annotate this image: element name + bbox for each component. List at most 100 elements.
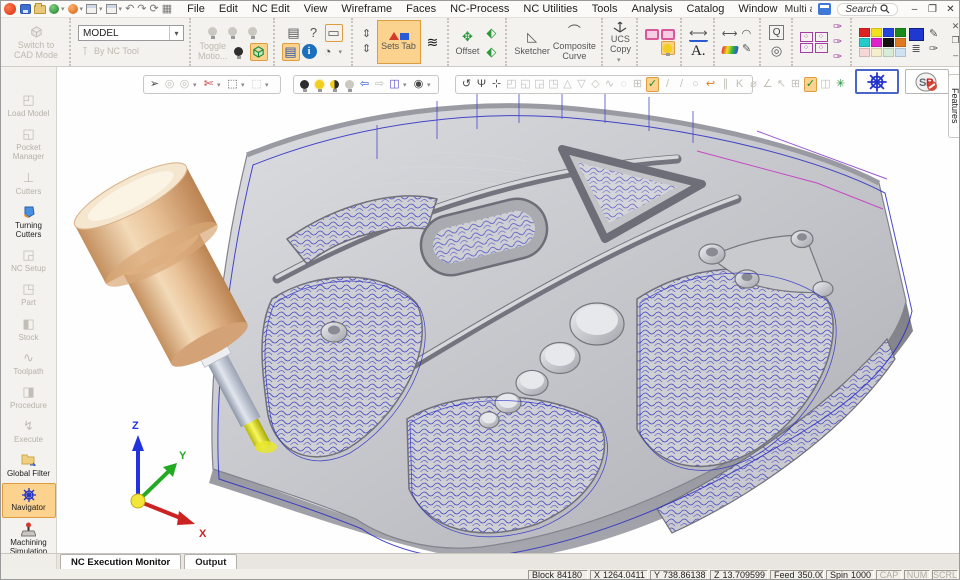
measure-list-icon[interactable]: ⇕ xyxy=(360,43,374,57)
pick-surface-icon[interactable]: ◠ xyxy=(739,28,753,42)
shaded-cube-button[interactable] xyxy=(250,43,268,61)
color-swatch[interactable] xyxy=(871,48,882,57)
switch-to-cad-mode-button[interactable]: Switch to CAD Mode xyxy=(8,20,64,64)
geometry-tool-icon[interactable]: ▽ xyxy=(575,77,588,92)
sidebar-item-navigator[interactable]: Navigator xyxy=(2,483,56,517)
filter-pick-icon[interactable]: ✄ xyxy=(202,77,215,92)
shaded-view-icon[interactable]: ◫ xyxy=(388,77,401,92)
color-swatch[interactable] xyxy=(859,28,870,37)
dropdown-icon[interactable]: ▾ xyxy=(193,81,200,89)
sidebar-item-global-filter[interactable]: Global Filter xyxy=(2,449,56,483)
geometry-tool-icon[interactable]: ⊞ xyxy=(631,77,644,92)
combo-dropdown-icon[interactable]: ▾ xyxy=(169,26,183,40)
sets-tab-button[interactable]: Sets Tab xyxy=(377,20,421,64)
normals-icon[interactable]: Ψ xyxy=(475,77,488,92)
bulb-stand-icon[interactable] xyxy=(224,23,242,41)
marquee-icon[interactable]: ⬚ xyxy=(226,77,239,92)
solid-icon[interactable]: ◫ xyxy=(819,77,832,92)
marquee2-icon[interactable]: ⬚ xyxy=(250,77,263,92)
checklist-icon[interactable]: ▤ xyxy=(285,24,303,42)
capture-icon[interactable] xyxy=(106,4,117,14)
brush-icon[interactable]: ✑ xyxy=(831,20,845,34)
scribble-icon[interactable]: ≋ xyxy=(424,33,442,51)
doc-restore-button[interactable]: ❐ xyxy=(949,34,960,47)
graphics-viewport[interactable]: Z Y X ➢ ◎ ◎▾ ✄▾ ⬚▾ ⬚▾ ⇦ ⇨ ◫▾ ◉▾ ↺ Ψ xyxy=(57,67,960,553)
refresh-icon[interactable]: ⟳ xyxy=(150,4,159,15)
hand-bulb-icon[interactable] xyxy=(230,43,248,61)
table-icon[interactable]: ▦ xyxy=(162,4,172,15)
line-tool-icon[interactable]: / xyxy=(661,77,674,92)
line-tool-icon[interactable]: ○ xyxy=(689,77,702,92)
geometry-tool-icon[interactable]: ◱ xyxy=(519,77,532,92)
app-logo-icon[interactable] xyxy=(4,3,16,15)
color-swatch[interactable] xyxy=(895,28,906,37)
edit-tool-icon[interactable]: ↖ xyxy=(775,77,788,92)
search-input[interactable]: Search xyxy=(837,3,898,16)
tab-output[interactable]: Output xyxy=(184,554,237,569)
edit-tool-icon[interactable]: ⊞ xyxy=(789,77,802,92)
model-combobox[interactable]: MODEL ▾ xyxy=(78,25,184,41)
menu-item[interactable]: Tools xyxy=(585,1,625,17)
user-mode-icon[interactable] xyxy=(68,4,78,14)
menu-item[interactable]: Faces xyxy=(399,1,443,17)
open-folder-icon[interactable] xyxy=(34,5,46,14)
color-swatch[interactable] xyxy=(895,48,906,57)
color-swatch[interactable] xyxy=(871,28,882,37)
menu-item[interactable]: Edit xyxy=(212,1,245,17)
axes-icon[interactable]: ⊹ xyxy=(490,77,503,92)
brush-fine-icon[interactable]: ✑ xyxy=(831,35,845,49)
process-list-button[interactable]: ▤ xyxy=(282,43,300,61)
pick-cursor-icon[interactable]: ➢ xyxy=(148,77,161,92)
geometry-tool-icon[interactable]: ◌ xyxy=(617,77,630,92)
loop-select-icon[interactable]: ↩ xyxy=(704,77,717,92)
mesh-fill-icon[interactable]: ⁘ xyxy=(815,43,828,53)
sketcher-button[interactable]: ◺ Sketcher xyxy=(514,28,550,57)
menu-item[interactable]: NC Utilities xyxy=(516,1,584,17)
menu-item[interactable]: NC-Process xyxy=(443,1,516,17)
pick-curve-icon[interactable]: ✓ xyxy=(804,77,817,92)
measure-vertical-icon[interactable]: ⇕ xyxy=(360,28,374,42)
menu-item[interactable]: Wireframe xyxy=(334,1,399,17)
select-ring2-icon[interactable]: ◎ xyxy=(178,77,191,92)
by-nc-tool-button[interactable]: ⊺ By NC Tool xyxy=(78,45,139,59)
show-bulb-icon[interactable] xyxy=(313,77,326,92)
hide-bulb-icon[interactable] xyxy=(298,77,311,92)
dropdown-icon[interactable]: ▾ xyxy=(427,81,434,89)
measure-distance-icon[interactable]: ⟷ xyxy=(722,28,738,42)
doc-close-button[interactable]: ✕ xyxy=(949,20,960,33)
dropdown-icon[interactable]: ▾ xyxy=(80,5,84,13)
composite-curve-button[interactable]: ⌒ Composite Curve xyxy=(553,23,596,62)
color-swatch[interactable] xyxy=(883,38,894,47)
face-hole-icon[interactable] xyxy=(661,29,675,40)
camera-icon[interactable]: ◉ xyxy=(412,77,425,92)
dimension-icon[interactable]: ⟷ xyxy=(689,24,708,42)
box-light-icon[interactable] xyxy=(244,23,262,41)
menu-item[interactable]: File xyxy=(180,1,212,17)
color-swatch[interactable] xyxy=(895,38,906,47)
brush-wide-icon[interactable]: ✑ xyxy=(831,50,845,64)
menu-item[interactable]: NC Edit xyxy=(245,1,297,17)
sb-stop-button[interactable]: S B xyxy=(905,69,949,94)
tab-nc-execution-monitor[interactable]: NC Execution Monitor xyxy=(60,554,181,569)
window-layout-icon[interactable] xyxy=(86,4,97,14)
geometry-tool-icon[interactable]: ◰ xyxy=(505,77,518,92)
menu-item[interactable]: Analysis xyxy=(624,1,679,17)
geometry-tool-icon[interactable]: ∿ xyxy=(603,77,616,92)
info-icon[interactable]: i xyxy=(302,44,317,59)
dropdown-icon[interactable]: ▾ xyxy=(61,5,65,13)
edit-tool-icon[interactable]: K xyxy=(733,77,746,92)
color-swatch[interactable] xyxy=(883,28,894,37)
lamp-icon[interactable] xyxy=(204,23,222,41)
edit-tool-icon[interactable]: ∠ xyxy=(761,77,774,92)
color-swatch[interactable] xyxy=(871,38,882,47)
view-forward-icon[interactable]: ⇨ xyxy=(373,77,386,92)
monitor-button[interactable]: ▭ xyxy=(325,24,343,42)
edit-tool-icon[interactable]: ⌀ xyxy=(747,77,760,92)
line-styles-icon[interactable]: ≣ xyxy=(909,42,923,56)
doc-minimize-button[interactable]: – xyxy=(949,48,960,61)
save-icon[interactable] xyxy=(20,4,31,14)
rotate-table-icon[interactable]: ◔ xyxy=(319,43,337,61)
dropdown-icon[interactable]: ▾ xyxy=(217,81,224,89)
mesh-icon[interactable]: ⁘ xyxy=(800,32,813,42)
color-swatch[interactable] xyxy=(883,48,894,57)
